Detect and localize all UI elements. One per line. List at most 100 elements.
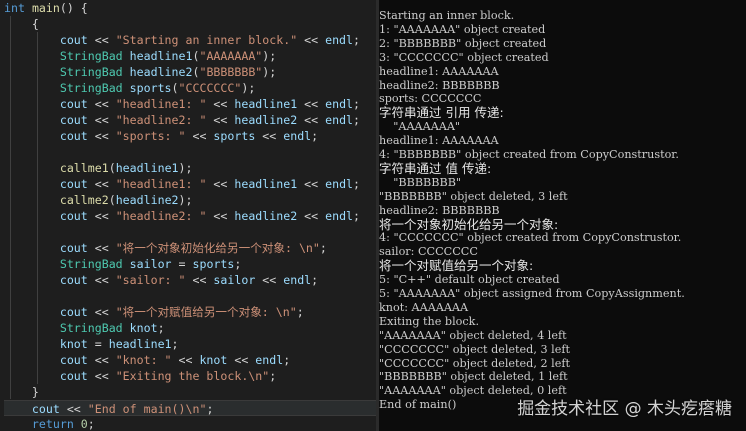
code-line[interactable]: cout << "sports: " << sports << endl; bbox=[4, 128, 376, 144]
code-line[interactable]: cout << "headline1: " << headline1 << en… bbox=[4, 96, 376, 112]
console-line: headline2: BBBBBBB bbox=[379, 203, 500, 217]
code-token: StringBad bbox=[59, 81, 123, 95]
code-token: "CCCCCCC" bbox=[178, 81, 242, 95]
code-line[interactable]: cout << "headline2: " << headline2 << en… bbox=[4, 208, 376, 224]
code-line[interactable]: StringBad headline2("BBBBBBB"); bbox=[4, 64, 376, 80]
code-token: << bbox=[87, 113, 116, 127]
console-line: Exiting the block. bbox=[379, 314, 480, 328]
code-token: ; bbox=[157, 321, 165, 335]
code-line[interactable]: cout << "Starting an inner block." << en… bbox=[4, 32, 376, 48]
code-line[interactable] bbox=[4, 288, 376, 304]
code-line[interactable]: callme2(headline2); bbox=[4, 192, 376, 208]
code-token: "Exiting the block.\n" bbox=[115, 369, 270, 383]
code-token: << bbox=[171, 353, 200, 367]
code-token: << bbox=[87, 129, 116, 143]
code-token: ( bbox=[171, 81, 179, 95]
code-token: ( bbox=[108, 161, 116, 175]
code-line[interactable]: return 0; bbox=[4, 416, 376, 431]
code-token: << bbox=[87, 273, 116, 287]
code-token: cout bbox=[59, 241, 88, 255]
code-token: << bbox=[255, 273, 284, 287]
code-token: "headline1: " bbox=[115, 97, 207, 111]
code-token: << bbox=[206, 97, 235, 111]
console-output[interactable]: Starting an inner block. 1: "AAAAAAA" obj… bbox=[379, 0, 746, 431]
code-line[interactable]: cout << "sailor: " << sailor << endl; bbox=[4, 272, 376, 288]
code-line[interactable] bbox=[4, 144, 376, 160]
code-token: headline1 bbox=[234, 177, 298, 191]
code-line[interactable]: cout << "knot: " << knot << endl; bbox=[4, 352, 376, 368]
code-token: ); bbox=[262, 65, 277, 79]
code-token: headline1 bbox=[115, 161, 179, 175]
code-line[interactable]: cout << "End of main()\n"; bbox=[4, 400, 376, 416]
code-token: << bbox=[297, 97, 326, 111]
code-token: ; bbox=[234, 257, 242, 271]
code-token: ); bbox=[241, 81, 256, 95]
console-line: "AAAAAAA" bbox=[379, 120, 461, 134]
code-token: "knot: " bbox=[115, 353, 172, 367]
code-token: knot bbox=[199, 353, 228, 367]
code-line[interactable]: StringBad headline1("AAAAAAA"); bbox=[4, 48, 376, 64]
console-line: "CCCCCCC" object deleted, 2 left bbox=[379, 356, 570, 370]
code-token: << bbox=[87, 97, 116, 111]
code-token: "将一个对赋值给另一个对象: \n" bbox=[115, 305, 297, 319]
code-token: ); bbox=[262, 49, 277, 63]
code-line[interactable]: cout << "Exiting the block.\n"; bbox=[4, 368, 376, 384]
code-token: "sports: " bbox=[115, 129, 186, 143]
code-token: << bbox=[206, 209, 235, 223]
code-token: cout bbox=[59, 129, 88, 143]
code-token: << bbox=[185, 273, 214, 287]
code-token: () { bbox=[59, 1, 88, 15]
code-line[interactable]: } bbox=[4, 384, 376, 400]
code-token: << bbox=[87, 353, 116, 367]
code-token: main bbox=[31, 1, 60, 15]
console-line: "AAAAAAA" object deleted, 4 left bbox=[379, 328, 567, 342]
code-token: "BBBBBBB" bbox=[199, 65, 263, 79]
code-token: ; bbox=[319, 241, 327, 255]
code-line[interactable]: cout << "headline1: " << headline1 << en… bbox=[4, 176, 376, 192]
code-line[interactable]: callme1(headline1); bbox=[4, 160, 376, 176]
code-token: << bbox=[59, 402, 88, 416]
code-line[interactable] bbox=[4, 224, 376, 240]
code-line[interactable]: int main() { bbox=[4, 0, 376, 16]
code-token: callme2 bbox=[59, 193, 109, 207]
code-token: "AAAAAAA" bbox=[199, 49, 263, 63]
code-token: = bbox=[171, 257, 193, 271]
code-token: cout bbox=[59, 273, 88, 287]
code-line[interactable]: StringBad knot; bbox=[4, 320, 376, 336]
code-token: "headline1: " bbox=[115, 177, 207, 191]
console-line: 2: "BBBBBBB" object created bbox=[379, 36, 547, 50]
code-token: headline2 bbox=[115, 193, 179, 207]
code-line[interactable]: knot = headline1; bbox=[4, 336, 376, 352]
code-token: ; bbox=[311, 129, 319, 143]
code-line[interactable]: cout << "headline2: " << headline2 << en… bbox=[4, 112, 376, 128]
code-token: << bbox=[87, 305, 116, 319]
code-token: << bbox=[297, 33, 326, 47]
code-token: << bbox=[297, 209, 326, 223]
code-token: << bbox=[227, 353, 256, 367]
code-token: headline1 bbox=[129, 49, 193, 63]
code-token: ; bbox=[311, 273, 319, 287]
console-line: knot: AAAAAAA bbox=[379, 300, 469, 314]
console-line: 5: "C++" default object created bbox=[379, 273, 560, 287]
code-token: << bbox=[87, 241, 116, 255]
code-token: endl bbox=[283, 273, 312, 287]
code-line[interactable]: StringBad sailor = sports; bbox=[4, 256, 376, 272]
console-line: headline1: AAAAAAA bbox=[379, 134, 499, 148]
code-line[interactable]: cout << "将一个对象初始化给另一个对象: \n"; bbox=[4, 240, 376, 256]
code-line[interactable]: cout << "将一个对赋值给另一个对象: \n"; bbox=[4, 304, 376, 320]
code-line[interactable]: StringBad sports("CCCCCCC"); bbox=[4, 80, 376, 96]
code-line[interactable]: { bbox=[4, 16, 376, 32]
code-token: "headline2: " bbox=[115, 113, 207, 127]
code-editor[interactable]: int main() { { cout << "Starting an inne… bbox=[0, 0, 376, 431]
code-token: sports bbox=[213, 129, 256, 143]
